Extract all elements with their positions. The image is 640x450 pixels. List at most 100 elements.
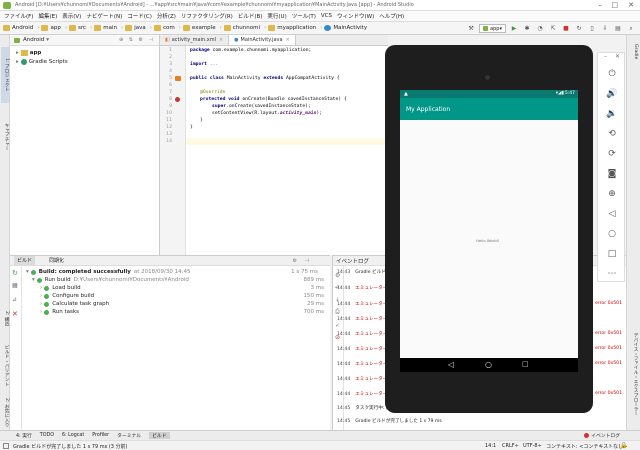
code-line[interactable]: setContentView(R.layout.activity_main); bbox=[212, 111, 322, 116]
panel-settings-icon[interactable]: ⚙ ⊣ bbox=[293, 258, 312, 264]
code-line[interactable]: import ... bbox=[190, 62, 218, 67]
close-icon[interactable]: ✕ bbox=[12, 310, 18, 318]
tab-project[interactable]: 1: プロジェクト bbox=[1, 47, 9, 103]
print-icon[interactable]: ⎙ bbox=[335, 308, 340, 316]
volume-up-icon[interactable]: 🔊 bbox=[603, 85, 621, 103]
menu-analyze[interactable]: 分析(Z) bbox=[157, 12, 176, 20]
tree-item-app[interactable]: ▸ app bbox=[16, 48, 159, 57]
code-line[interactable]: @Override bbox=[200, 90, 225, 95]
menu-refactor[interactable]: リファクタリング(R) bbox=[181, 12, 233, 20]
breadcrumb-myapplication[interactable]: myapplication bbox=[268, 25, 316, 31]
toggle-view-icon[interactable]: ▦ bbox=[12, 282, 18, 289]
close-tab-icon[interactable]: × bbox=[286, 37, 290, 43]
volume-down-icon[interactable]: 🔉 bbox=[603, 105, 621, 123]
home-icon[interactable]: ○ bbox=[485, 360, 492, 369]
status-message[interactable]: Gradle ビルドが完了しました 1 s 79 ms (3 分前) bbox=[13, 443, 127, 450]
breadcrumb-mainactivity[interactable]: MainActivity bbox=[324, 25, 367, 31]
build-step-row[interactable]: › Load build 3 ms bbox=[40, 284, 326, 292]
stop-icon[interactable]: ■ bbox=[561, 24, 571, 33]
tab-event-log[interactable]: イベントログ bbox=[584, 432, 628, 439]
more-icon[interactable]: ⋯ bbox=[603, 265, 621, 283]
emulator-screen[interactable]: ▲ ▾◢▮ 5:47 My Application Hello World! bbox=[400, 90, 578, 358]
breadcrumb-src[interactable]: src bbox=[69, 25, 86, 31]
event-log-entry[interactable]: 14:43 Gradle ビルドが bbox=[337, 269, 390, 275]
tab-logcat[interactable]: 6: Logcat bbox=[62, 433, 84, 438]
tab-terminal[interactable]: ターミナル bbox=[117, 432, 141, 439]
search-icon[interactable]: ⌕ bbox=[626, 24, 636, 33]
structure-icon[interactable]: ▤ bbox=[613, 24, 623, 33]
breadcrumb-chunnomi[interactable]: chunnomi bbox=[223, 25, 260, 31]
event-log-entry[interactable]: 14:45 Gradle ビルドが完了しました 1 s 79 ms bbox=[337, 418, 442, 424]
tab-build-variants[interactable]: ビルド・バリアント bbox=[1, 340, 9, 392]
code-line[interactable]: protected void onCreate(Bundle savedInst… bbox=[200, 97, 347, 102]
event-log-entry[interactable]: 14:45 タスク実行中: [ bbox=[337, 405, 388, 411]
tab-profiler[interactable]: Profiler bbox=[92, 433, 109, 438]
menu-navigate[interactable]: ナビゲート(N) bbox=[86, 12, 122, 20]
recents-icon[interactable]: □ bbox=[522, 360, 529, 368]
caret-position[interactable]: 14:1 bbox=[485, 443, 496, 449]
lock-icon[interactable]: 🔒 bbox=[620, 442, 627, 449]
tab-mainactivity-java[interactable]: ● MainActivity.java × bbox=[229, 35, 296, 45]
tree-item-gradle-scripts[interactable]: ▸ Gradle Scripts bbox=[16, 57, 159, 66]
menu-code[interactable]: コード(C) bbox=[127, 12, 152, 20]
line-separator[interactable]: CRLF÷ bbox=[502, 443, 519, 449]
context-indicator[interactable]: コンテキスト: <コンテキストなし> bbox=[546, 443, 627, 450]
tab-todo[interactable]: TODO bbox=[40, 433, 54, 438]
zoom-icon[interactable]: ⊕ bbox=[603, 185, 621, 203]
panel-settings-icon[interactable]: ⊕ ⇅ ⚙ ⊣ bbox=[119, 37, 155, 43]
code-line[interactable]: public class MainActivity extends AppCom… bbox=[190, 76, 340, 81]
tab-favorites[interactable]: 2: お気に入り bbox=[1, 395, 9, 429]
attach-icon[interactable]: ⇱ bbox=[548, 24, 558, 33]
rerun-icon[interactable]: ↻ bbox=[12, 269, 18, 277]
rotate-right-icon[interactable]: ⟳ bbox=[603, 145, 621, 163]
debug-icon[interactable]: ✱ bbox=[522, 24, 532, 33]
file-encoding[interactable]: UTF-8÷ bbox=[523, 443, 542, 449]
breadcrumb-java[interactable]: java bbox=[125, 25, 146, 31]
overview-icon[interactable]: □ bbox=[603, 245, 621, 263]
sdk-manager-icon[interactable]: ⇩ bbox=[600, 24, 610, 33]
tab-device-file-explorer[interactable]: デバイス・ファイル・エクスプローラー bbox=[630, 320, 638, 428]
tab-gradle[interactable]: Gradle bbox=[630, 41, 638, 63]
hammer-icon[interactable]: ⚒ bbox=[466, 24, 476, 33]
code-line[interactable]: } bbox=[190, 125, 193, 130]
close-icon[interactable]: ✕ bbox=[615, 53, 620, 60]
code-line[interactable]: } bbox=[200, 118, 203, 123]
profile-icon[interactable]: ◔ bbox=[535, 24, 545, 33]
tab-build[interactable]: ビルド bbox=[149, 432, 170, 439]
menu-help[interactable]: ヘルプ(H) bbox=[379, 12, 404, 20]
run-icon[interactable]: ▶ bbox=[509, 24, 519, 33]
mark-read-icon[interactable]: ✓ bbox=[335, 322, 340, 329]
minimize-icon[interactable]: – bbox=[599, 1, 603, 9]
code-line[interactable]: package com.example.chunnomi.myapplicati… bbox=[190, 48, 311, 53]
maximize-icon[interactable]: □ bbox=[611, 1, 618, 9]
screenshot-icon[interactable]: ◙ bbox=[603, 165, 621, 183]
sync-icon[interactable]: ↻ bbox=[574, 24, 584, 33]
breadcrumb-android[interactable]: Android bbox=[3, 25, 33, 31]
avd-manager-icon[interactable]: ▯ bbox=[587, 24, 597, 33]
build-step-row[interactable]: › Configure build 150 ms bbox=[40, 292, 326, 300]
pin-icon[interactable]: ⊿ bbox=[12, 296, 17, 303]
menu-vcs[interactable]: VCS bbox=[321, 13, 332, 19]
rotate-left-icon[interactable]: ⟲ bbox=[603, 125, 621, 143]
back-icon[interactable]: ◁ bbox=[603, 205, 621, 223]
tab-captures[interactable]: キャプチャー bbox=[1, 115, 9, 159]
override-gutter-icon[interactable] bbox=[175, 97, 180, 102]
menu-tools[interactable]: ツール(T) bbox=[292, 12, 316, 20]
minimize-icon[interactable]: – bbox=[604, 53, 607, 60]
chevron-right-icon[interactable]: ▸ bbox=[16, 59, 19, 65]
breadcrumb-com[interactable]: com bbox=[153, 25, 175, 31]
chevron-down-icon[interactable]: ▾ bbox=[46, 37, 49, 43]
tab-run[interactable]: 4: 実行 bbox=[16, 432, 32, 439]
build-step-row[interactable]: › Run tasks 700 ms bbox=[40, 308, 326, 316]
run-gutter-icon[interactable] bbox=[175, 76, 181, 81]
close-icon[interactable]: ✕ bbox=[628, 1, 634, 9]
chevron-right-icon[interactable]: ▸ bbox=[16, 50, 19, 56]
menu-view[interactable]: 表示(V) bbox=[62, 12, 81, 20]
tab-sync[interactable]: 同期化 bbox=[49, 257, 64, 264]
menu-run[interactable]: 実行(U) bbox=[267, 12, 286, 20]
menu-file[interactable]: ファイル(F) bbox=[4, 12, 33, 20]
toggle-tool-windows-icon[interactable] bbox=[3, 443, 9, 449]
menu-window[interactable]: ウィンドウ(W) bbox=[337, 12, 374, 20]
menu-build[interactable]: ビルド(B) bbox=[238, 12, 263, 20]
close-tab-icon[interactable]: × bbox=[219, 37, 223, 43]
